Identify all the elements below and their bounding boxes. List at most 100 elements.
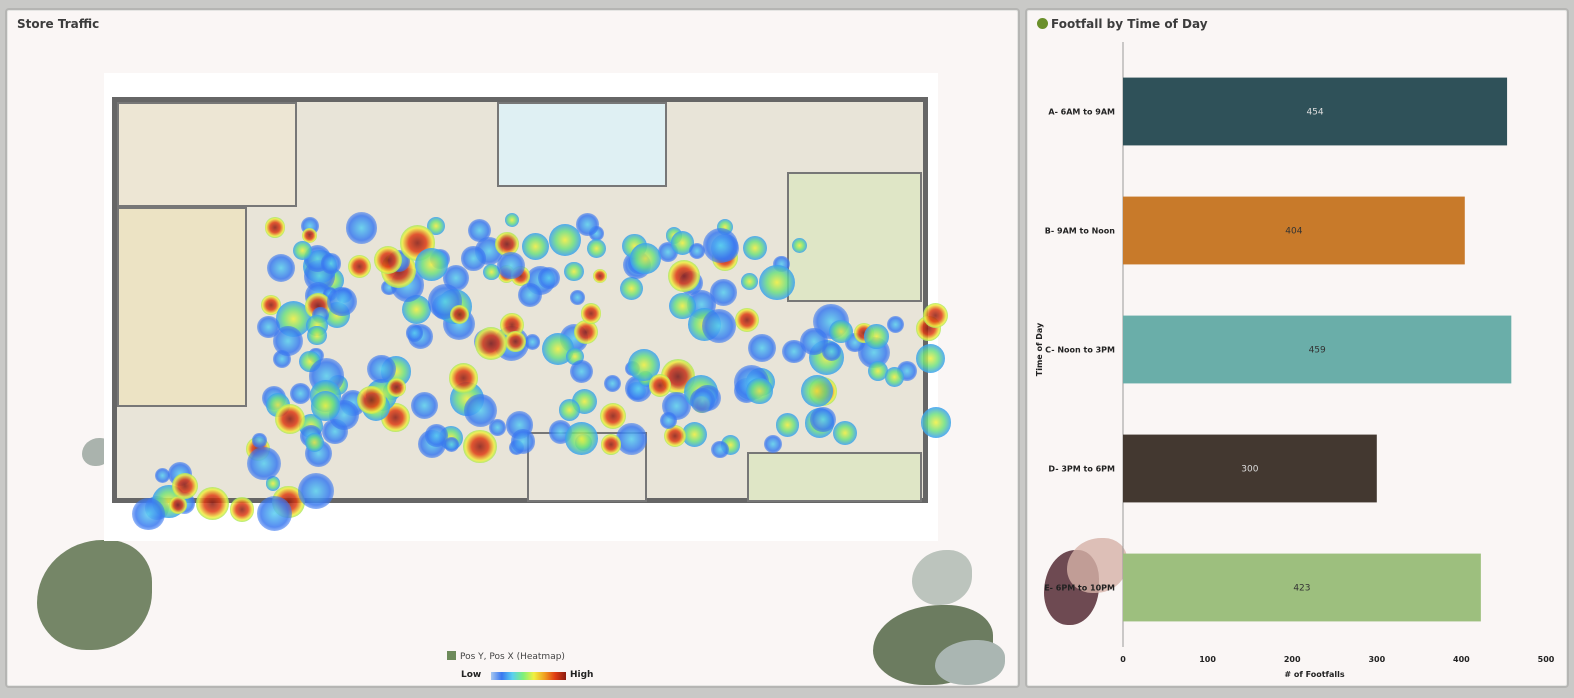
heat-blob: [586, 239, 606, 259]
floor-plan-heatmap[interactable]: [104, 73, 952, 541]
heat-blob: [615, 423, 647, 455]
heat-blob: [304, 433, 324, 453]
floor-plan: [112, 97, 952, 532]
heat-blob: [298, 472, 335, 509]
heat-blob: [619, 276, 644, 300]
heat-blob: [195, 487, 229, 521]
heat-blob: [630, 242, 662, 274]
legend-high: High: [570, 670, 594, 680]
heat-blob: [272, 326, 303, 357]
heat-blob: [327, 286, 357, 317]
decorative-leaf: [37, 540, 152, 650]
legend-gradient: [491, 672, 566, 680]
x-tick-label: 0: [1120, 655, 1126, 664]
category-label: D- 3PM to 6PM: [1048, 465, 1115, 474]
heat-blob: [229, 497, 255, 522]
heat-blob: [735, 307, 760, 332]
heat-blob: [510, 428, 536, 454]
heat-blob: [660, 411, 678, 429]
heat-blob: [593, 269, 608, 284]
heat-blob: [405, 324, 424, 342]
heat-blob: [489, 419, 506, 436]
heat-blob: [603, 374, 621, 393]
heat-blob: [256, 495, 293, 532]
heat-blob: [505, 330, 527, 352]
heat-blob: [832, 420, 858, 446]
heat-blob: [701, 309, 737, 344]
heat-blob: [564, 261, 584, 281]
data-label: 454: [1306, 108, 1323, 118]
heat-blob: [884, 367, 905, 387]
heat-blob: [320, 253, 341, 274]
heat-blob: [410, 391, 438, 419]
heat-blob: [172, 473, 199, 500]
data-label: 423: [1293, 584, 1310, 594]
footfall-panel: Footfall by Time of Day 454 A- 6AM to 9AM…: [1025, 8, 1569, 688]
heat-blob: [667, 260, 700, 293]
heat-blob: [710, 279, 737, 306]
heat-blob: [356, 385, 386, 415]
heat-blob: [743, 236, 768, 261]
heatmap-icon: [447, 651, 456, 660]
heat-blob: [474, 327, 508, 360]
x-tick-label: 400: [1453, 655, 1470, 664]
panel-title: Store Traffic: [17, 17, 100, 31]
heat-blob: [504, 212, 519, 227]
heat-blob: [558, 399, 581, 422]
heat-blob: [921, 407, 952, 438]
heat-blob: [289, 382, 311, 404]
heat-blob: [580, 302, 602, 324]
category-label: E- 6PM to 10PM: [1044, 584, 1115, 593]
category-label: B- 9AM to Noon: [1045, 227, 1116, 236]
heat-blob: [522, 233, 550, 261]
heat-blob: [569, 359, 593, 383]
heat-blob: [764, 435, 782, 453]
heat-blob: [345, 212, 378, 244]
x-tick-label: 200: [1284, 655, 1301, 664]
heat-blob: [275, 403, 306, 434]
data-label: 300: [1241, 465, 1258, 475]
heat-blob: [746, 377, 774, 405]
heat-blob: [366, 354, 396, 384]
decorative-leaf: [935, 640, 1005, 685]
bar-chart: 454 A- 6AM to 9AM 404 B- 9AM to Noon 459 C- N…: [1035, 42, 1555, 679]
heat-blob: [829, 319, 853, 344]
heat-blob: [467, 219, 491, 243]
heat-blob: [264, 217, 286, 238]
heat-blob: [775, 413, 800, 437]
heat-blob: [154, 467, 171, 484]
heat-blob: [252, 433, 267, 448]
legend-title: Pos Y, Pos X (Heatmap): [447, 651, 565, 662]
heat-blob: [537, 266, 560, 290]
heat-blob: [922, 302, 948, 329]
heat-blob: [916, 343, 946, 373]
category-label: C- Noon to 3PM: [1045, 346, 1115, 355]
heat-blob: [576, 212, 599, 236]
x-tick-label: 500: [1538, 655, 1555, 664]
heat-blob: [822, 341, 842, 361]
x-tick-label: 300: [1368, 655, 1385, 664]
heat-blob: [740, 272, 758, 290]
heat-blob: [497, 251, 525, 280]
heat-blob: [800, 375, 833, 408]
x-axis-title: # of Footfalls: [1284, 670, 1345, 679]
heat-blob: [564, 422, 598, 455]
heat-blob: [570, 290, 585, 305]
data-label: 459: [1309, 346, 1326, 356]
decorative-leaf: [912, 550, 972, 605]
heat-blob: [132, 497, 166, 531]
category-label: A- 6AM to 9AM: [1048, 108, 1115, 117]
heat-blob: [574, 319, 599, 344]
heat-blob: [307, 325, 327, 346]
heat-blob: [601, 434, 622, 455]
heat-blob: [386, 378, 406, 398]
y-axis-title: Time of Day: [1035, 322, 1044, 376]
data-label: 404: [1285, 227, 1302, 237]
x-tick-label: 100: [1199, 655, 1216, 664]
heat-blob: [461, 246, 486, 271]
heat-blob: [310, 391, 340, 421]
heat-blob: [517, 283, 542, 308]
heat-blob: [759, 264, 795, 300]
heat-blob: [711, 440, 730, 459]
heat-blob: [425, 424, 448, 447]
